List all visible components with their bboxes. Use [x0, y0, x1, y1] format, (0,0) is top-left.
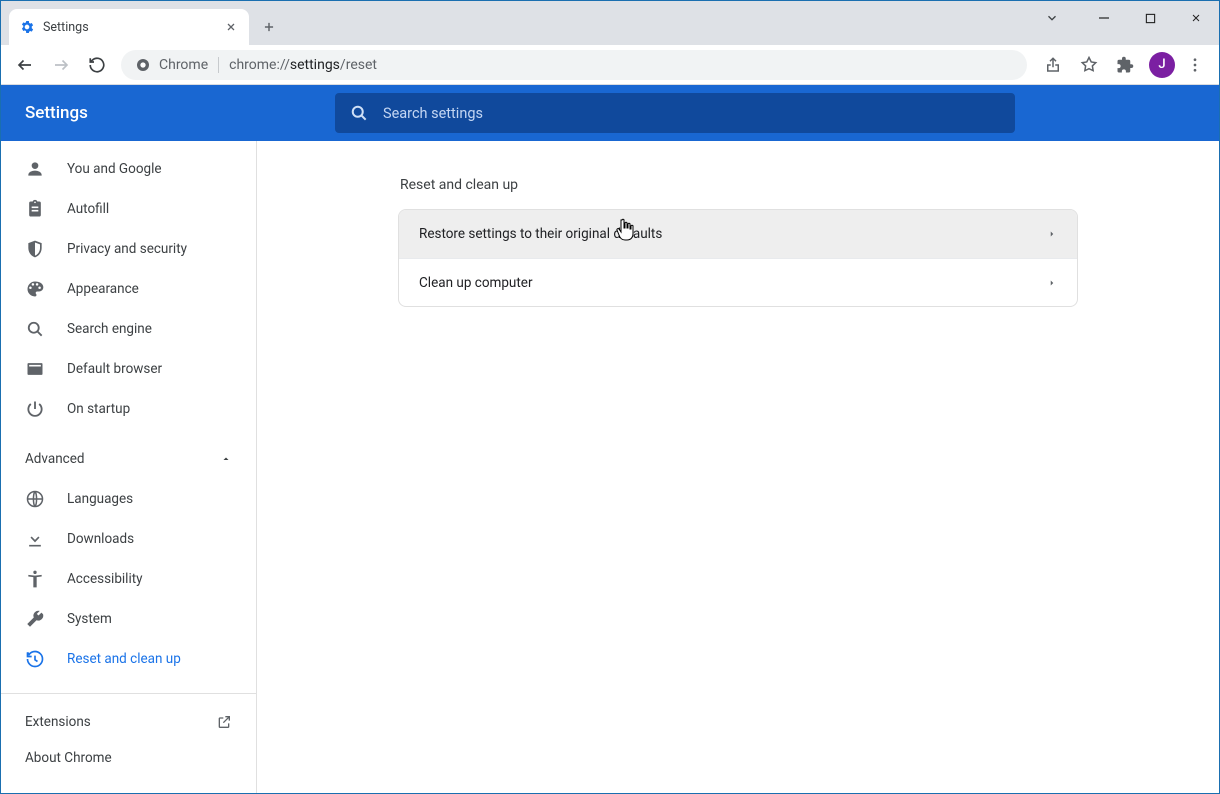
- browser-icon: [25, 359, 45, 379]
- sidebar-item-label: Languages: [67, 491, 133, 507]
- sidebar-item-label: Search engine: [67, 321, 152, 337]
- tab-search-button[interactable]: [1035, 1, 1069, 35]
- assignment-icon: [25, 199, 45, 219]
- chevron-right-icon: [1047, 229, 1057, 239]
- open-external-icon: [216, 714, 232, 730]
- sidebar-you-and-google[interactable]: You and Google: [1, 149, 256, 189]
- sidebar-on-startup[interactable]: On startup: [1, 389, 256, 429]
- sidebar-about-chrome[interactable]: About Chrome: [1, 740, 256, 776]
- sidebar-reset-clean-up[interactable]: Reset and clean up: [1, 639, 256, 679]
- window-maximize-button[interactable]: [1127, 1, 1173, 35]
- window-close-button[interactable]: [1173, 1, 1219, 35]
- download-icon: [25, 529, 45, 549]
- sidebar-advanced-toggle[interactable]: Advanced: [1, 439, 256, 479]
- row-label: Clean up computer: [419, 275, 533, 291]
- url-text: chrome://settings/reset: [229, 57, 377, 73]
- row-label: Restore settings to their original defau…: [419, 226, 662, 242]
- settings-app: Settings You and Google Autofill Privacy…: [1, 85, 1219, 793]
- sidebar-item-label: Downloads: [67, 531, 134, 547]
- back-button[interactable]: [9, 49, 41, 81]
- sidebar-appearance[interactable]: Appearance: [1, 269, 256, 309]
- sidebar-accessibility[interactable]: Accessibility: [1, 559, 256, 599]
- sidebar-item-label: On startup: [67, 401, 130, 417]
- window-titlebar: Settings: [1, 1, 1219, 45]
- sidebar-autofill[interactable]: Autofill: [1, 189, 256, 229]
- chevron-right-icon: [1047, 278, 1057, 288]
- forward-button[interactable]: [45, 49, 77, 81]
- accessibility-icon: [25, 569, 45, 589]
- restore-defaults-row[interactable]: Restore settings to their original defau…: [399, 210, 1077, 258]
- extensions-button[interactable]: [1109, 49, 1141, 81]
- clean-up-computer-row[interactable]: Clean up computer: [399, 258, 1077, 306]
- globe-icon: [25, 489, 45, 509]
- search-input[interactable]: [383, 105, 1001, 122]
- sidebar-item-label: Autofill: [67, 201, 109, 217]
- address-bar[interactable]: Chrome chrome://settings/reset: [121, 50, 1027, 80]
- window-minimize-button[interactable]: [1081, 1, 1127, 35]
- search-icon: [25, 319, 45, 339]
- person-icon: [25, 159, 45, 179]
- section-title: Reset and clean up: [400, 177, 1078, 193]
- gear-icon: [19, 19, 35, 35]
- search-container[interactable]: [335, 93, 1015, 133]
- sidebar-item-label: Default browser: [67, 361, 162, 377]
- sidebar-search-engine[interactable]: Search engine: [1, 309, 256, 349]
- chevron-up-icon: [220, 453, 232, 465]
- search-icon: [349, 103, 369, 123]
- new-tab-button[interactable]: [255, 13, 283, 41]
- shield-icon: [25, 239, 45, 259]
- tab-title: Settings: [43, 20, 215, 35]
- browser-toolbar: Chrome chrome://settings/reset J: [1, 45, 1219, 85]
- sidebar-item-label: You and Google: [67, 161, 162, 177]
- palette-icon: [25, 279, 45, 299]
- sidebar-advanced-label: Advanced: [25, 451, 85, 467]
- sidebar-system[interactable]: System: [1, 599, 256, 639]
- site-chip: Chrome: [135, 57, 219, 73]
- divider: [1, 693, 256, 694]
- sidebar-item-label: Privacy and security: [67, 241, 187, 257]
- sidebar-item-label: Reset and clean up: [67, 651, 181, 667]
- close-tab-button[interactable]: [223, 19, 239, 35]
- sidebar-privacy[interactable]: Privacy and security: [1, 229, 256, 269]
- browser-tab[interactable]: Settings: [9, 9, 249, 45]
- window-controls: [1081, 1, 1219, 35]
- sidebar-extensions[interactable]: Extensions: [1, 704, 256, 740]
- chrome-icon: [135, 57, 151, 73]
- chrome-menu-button[interactable]: [1179, 49, 1211, 81]
- sidebar-item-label: System: [67, 611, 112, 627]
- sidebar-item-label: Accessibility: [67, 571, 143, 587]
- site-chip-label: Chrome: [159, 57, 208, 73]
- sidebar-languages[interactable]: Languages: [1, 479, 256, 519]
- bookmark-button[interactable]: [1073, 49, 1105, 81]
- main-content: Reset and clean up Restore settings to t…: [257, 141, 1219, 793]
- share-button[interactable]: [1037, 49, 1069, 81]
- sidebar-item-label: Appearance: [67, 281, 139, 297]
- profile-avatar[interactable]: J: [1149, 52, 1175, 78]
- sidebar-downloads[interactable]: Downloads: [1, 519, 256, 559]
- sidebar-default-browser[interactable]: Default browser: [1, 349, 256, 389]
- sidebar: You and Google Autofill Privacy and secu…: [1, 141, 257, 793]
- reset-card: Restore settings to their original defau…: [398, 209, 1078, 307]
- wrench-icon: [25, 609, 45, 629]
- restore-icon: [25, 649, 45, 669]
- power-icon: [25, 399, 45, 419]
- page-title: Settings: [25, 103, 335, 123]
- reload-button[interactable]: [81, 49, 113, 81]
- app-header: Settings: [1, 85, 1219, 141]
